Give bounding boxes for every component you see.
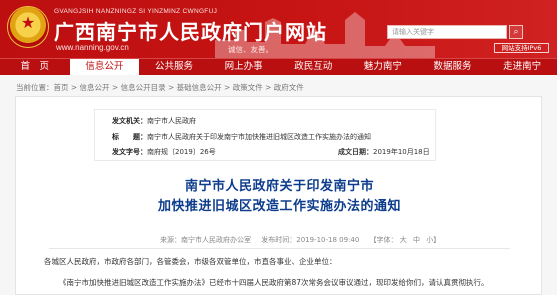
meta-issuer: 发文机关：南宁市人民政府 [112,116,196,126]
font-size-small-button[interactable]: 小】 [426,236,440,244]
meta-title-value: 南宁市人民政府关于印发南宁市加快推进旧城区改造工作实施办法的通知 [147,133,371,141]
main-nav: 首 页 信息公开 公共服务 网上办事 政民互动 魅力南宁 数据服务 走进南宁 [0,58,557,75]
breadcrumb[interactable]: 当前位置：首页 > 信息公开 > 信息公开目录 > 基础信息公开 > 政策文件 … [16,82,304,93]
meta-date-value: 2019年10月18日 [373,148,430,156]
meta-number: 发文字号：南府规〔2019〕26号 [112,147,216,157]
document-source: 来源：南宁市人民政府办公室 [160,236,251,244]
nav-item-online-services[interactable]: 网上办事 [209,59,279,75]
site-url: www.nanning.gov.cn [56,43,129,52]
meta-date-label: 成文日期： [338,148,373,156]
site-pinyin-title: GVANGJSIH NANZNINGZ SI YINZMINZ CWNGFUJ [54,8,218,15]
meta-title: 标 题：南宁市人民政府关于印发南宁市加快推进旧城区改造工作实施办法的通知 [112,132,371,142]
meta-issuer-value: 南宁市人民政府 [147,117,196,125]
nav-item-data-service[interactable]: 数据服务 [418,59,488,75]
national-emblem-icon: ★ [7,6,49,48]
document-publish-time: 发布时间：2019-10-18 09:40 [261,236,360,244]
meta-date: 成文日期：2019年10月18日 [338,147,430,157]
font-size-large-button[interactable]: 大 [400,236,407,244]
font-size-label: 【字体： [369,236,398,244]
document-paragraph-1: 各城区人民政府，市政府各部门，各管委会，市级各双管单位，市直各事业、企业单位： [44,257,337,266]
nav-item-charm-nanning[interactable]: 魅力南宁 [348,59,418,75]
meta-title-label: 标 题： [112,133,147,141]
nav-item-about-nanning[interactable]: 走进南宁 [487,59,557,75]
search-button[interactable]: ⌕ [509,25,523,39]
document-title-line-1: 南宁市人民政府关于印发南宁市 [184,179,374,194]
nav-item-interaction[interactable]: 政民互动 [279,59,349,75]
document-paragraph-2: 《南宁市加快推进旧城区改造工作实施办法》已经市十四届人民政府第87次常务会议审议… [59,278,489,287]
font-size-medium-button[interactable]: 中 [413,236,420,244]
divider [49,248,510,249]
nav-item-info-disclosure[interactable]: 信息公开 [69,59,140,75]
slogan-text: 诚信、友善。 [228,45,273,54]
document-info: 来源：南宁市人民政府办公室 发布时间：2019-10-18 09:40 【字体：… [160,235,448,245]
ipv6-badge: 网站支持IPv6 [494,43,549,53]
site-header: ★ GVANGJSIH NANZNINGZ SI YINZMINZ CWNGFU… [0,0,557,58]
nav-item-public-service[interactable]: 公共服务 [139,59,209,75]
content-card: 发文机关：南宁市人民政府 标 题：南宁市人民政府关于印发南宁市加快推进旧城区改造… [15,96,542,295]
meta-number-value: 南府规〔2019〕26号 [147,148,216,156]
document-meta-box: 发文机关：南宁市人民政府 标 题：南宁市人民政府关于印发南宁市加快推进旧城区改造… [94,109,436,161]
meta-issuer-label: 发文机关： [112,117,147,125]
search-input[interactable]: 请输入关键字 [387,25,507,39]
search-icon: ⌕ [513,27,519,37]
meta-number-label: 发文字号： [112,148,147,156]
nav-item-home[interactable]: 首 页 [0,59,70,75]
document-title-line-2: 加快推进旧城区改造工作实施办法的通知 [157,199,401,214]
